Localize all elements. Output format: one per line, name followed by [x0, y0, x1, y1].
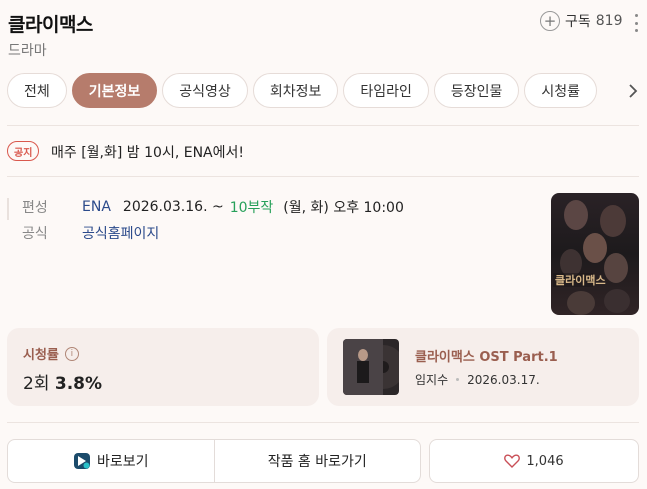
ost-artist: 임지수 [415, 373, 449, 387]
watch-button[interactable]: 바로보기 [8, 440, 214, 482]
info-icon[interactable]: i [64, 346, 79, 361]
info-accent-bar [7, 198, 9, 220]
channel-link[interactable]: ENA [82, 199, 111, 215]
divider [7, 176, 639, 177]
tab-characters[interactable]: 등장인물 [433, 73, 520, 108]
ost-date: 2026.03.17. [467, 372, 540, 387]
ost-album-art [343, 339, 399, 395]
category-label: 드라마 [8, 43, 47, 59]
action-button-group: 바로보기 작품 홈 바로가기 [7, 439, 421, 483]
ratings-label-row: 시청률 i [23, 344, 79, 363]
notice-badge: 공지 [7, 141, 40, 161]
like-button[interactable]: 1,046 [429, 439, 639, 483]
tab-ratings[interactable]: 시청률 [524, 73, 598, 108]
tab-episode-info[interactable]: 회차정보 [252, 73, 339, 108]
poster-image[interactable]: 클라이맥스 [551, 193, 639, 315]
schedule-row: ENA 2026.03.16. ~ 10부작 (월, 화) 오후 10:00 [82, 197, 404, 217]
divider [7, 125, 639, 126]
episodes-count: 10부작 [229, 200, 274, 216]
ratings-label: 시청률 [23, 348, 59, 363]
official-label: 공식 [22, 226, 48, 242]
ratings-card[interactable] [7, 328, 319, 406]
chevron-right-icon[interactable] [626, 84, 640, 98]
divider [7, 422, 639, 423]
ost-title[interactable]: 클라이맥스 OST Part.1 [415, 346, 558, 365]
airtime: (월, 화) 오후 10:00 [283, 200, 404, 216]
subscribe-count: 819 [595, 13, 623, 29]
separator-dot [456, 378, 460, 381]
like-count: 1,046 [526, 453, 564, 469]
tab-bar: 전체 기본정보 공식영상 회차정보 타임라인 등장인물 시청률 [7, 73, 598, 108]
watch-label: 바로보기 [96, 454, 149, 470]
svg-text:클라이맥스: 클라이맥스 [555, 273, 606, 287]
subscribe-label: 구독 [565, 14, 591, 30]
plus-icon: + [540, 11, 560, 31]
start-date: 2026.03.16. ~ [122, 199, 224, 215]
tab-official-video[interactable]: 공식영상 [162, 73, 248, 108]
heart-icon [504, 454, 521, 468]
ratings-value-row: 2회 3.8% [23, 369, 102, 394]
watch-service-icon [73, 453, 90, 469]
tab-all[interactable]: 전체 [7, 73, 67, 108]
ost-meta: 임지수 2026.03.17. [415, 371, 540, 388]
tab-timeline[interactable]: 타임라인 [343, 73, 429, 108]
tab-basic-info[interactable]: 기본정보 [71, 73, 158, 108]
more-options-icon[interactable] [633, 14, 639, 32]
work-home-button[interactable]: 작품 홈 바로가기 [213, 440, 421, 482]
ratings-episode: 2회 [23, 374, 50, 394]
page-title: 클라이맥스 [8, 14, 93, 36]
ratings-percent: 3.8% [54, 374, 103, 394]
subscribe-button[interactable]: + 구독 819 [540, 10, 623, 32]
work-home-label: 작품 홈 바로가기 [267, 454, 367, 470]
schedule-label: 편성 [22, 200, 48, 216]
notice-text: 매주 [월,화] 밤 10시, ENA에서! [51, 145, 244, 161]
official-homepage-link[interactable]: 공식홈페이지 [82, 223, 159, 243]
